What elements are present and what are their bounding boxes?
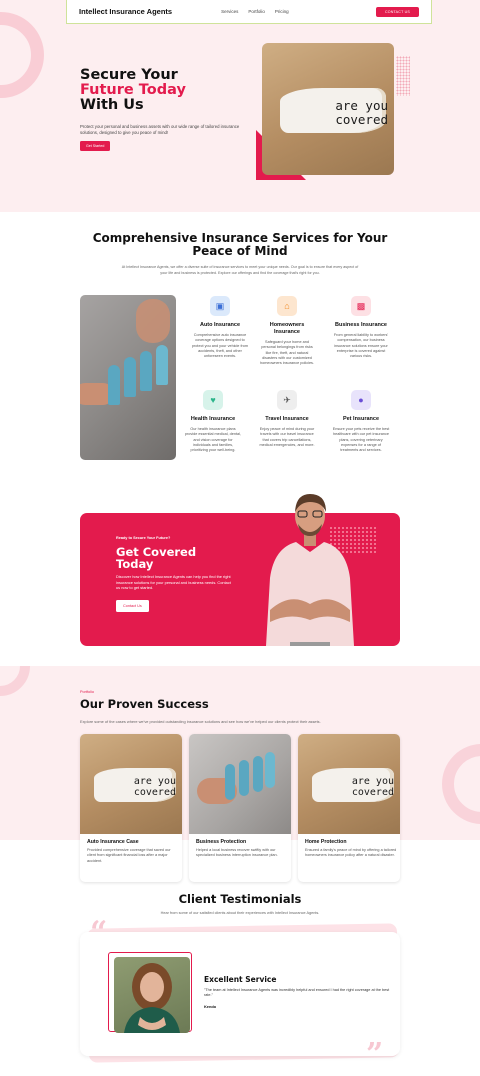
services-intro: At Intellect Insurance Agents, we offer …: [121, 265, 359, 275]
portfolio-title: Our Proven Success: [80, 697, 209, 711]
card-image: are you covered: [80, 734, 182, 834]
decorative-ring: [0, 666, 30, 696]
decorative-ring: [442, 744, 480, 824]
service-health-insurance[interactable]: ♥ Health Insurance Our health insurance …: [184, 390, 242, 453]
portfolio-card-home[interactable]: are you covered Home Protection Ensured …: [298, 734, 400, 882]
portfolio-card-business[interactable]: Business Protection Helped a local busin…: [189, 734, 291, 882]
testimonial-author: Kendo: [204, 1004, 217, 1009]
nav-link-portfolio[interactable]: Portfolio: [248, 9, 265, 14]
decorative-ring: [0, 12, 44, 98]
testimonial-quote: "The team at Intellect Insurance Agents …: [204, 988, 390, 998]
nav-links: Services Portfolio Pricing: [221, 9, 289, 14]
hero-title: Secure Your Future Today With Us: [80, 67, 186, 113]
service-homeowners-insurance[interactable]: ⌂ Homeowners Insurance Safeguard your ho…: [258, 296, 316, 366]
top-nav: Intellect Insurance Agents Services Port…: [66, 0, 432, 24]
nav-link-pricing[interactable]: Pricing: [275, 9, 289, 14]
nav-contact-button[interactable]: CONTACT US: [375, 6, 419, 17]
quote-close-icon: ”: [366, 1037, 384, 1072]
testimonials-intro: Hear from some of our satisfied clients …: [160, 911, 320, 915]
cta-contact-button[interactable]: Contact Us: [116, 600, 149, 612]
paw-icon: ●: [351, 390, 371, 410]
service-travel-insurance[interactable]: ✈ Travel Insurance Enjoy peace of mind d…: [258, 390, 316, 448]
testimonials-title: Client Testimonials: [178, 892, 302, 906]
service-pet-insurance[interactable]: ● Pet Insurance Ensure your pets receive…: [332, 390, 390, 453]
heart-icon: ♥: [203, 390, 223, 410]
briefcase-icon: ▩: [351, 296, 371, 316]
home-icon: ⌂: [277, 296, 297, 316]
portfolio-card-auto[interactable]: are you covered Auto Insurance Case Prov…: [80, 734, 182, 882]
hero-image-caption: are you covered: [335, 98, 388, 127]
hero-image: are you covered: [262, 43, 394, 175]
cta-description: Discover how Intellect Insurance Agents …: [116, 574, 231, 590]
nav-link-services[interactable]: Services: [221, 9, 238, 14]
cta-kicker: Ready to Secure Your Future?: [116, 536, 171, 540]
car-icon: ▣: [210, 296, 230, 316]
services-image: [80, 295, 176, 460]
portfolio-kicker: Portfolio: [80, 690, 94, 694]
hero-description: Protect your personal and business asset…: [80, 124, 240, 135]
portfolio-intro: Explore some of the cases where we've pr…: [80, 719, 321, 724]
brand-logo[interactable]: Intellect Insurance Agents: [79, 7, 172, 16]
service-business-insurance[interactable]: ▩ Business Insurance From general liabil…: [332, 296, 390, 359]
testimonial-heading: Excellent Service: [204, 975, 277, 984]
client-avatar: [114, 957, 190, 1033]
decorative-dots: [396, 56, 410, 96]
quote-open-icon: “: [90, 915, 108, 950]
get-started-button[interactable]: Get Started: [80, 141, 111, 151]
card-image: [189, 734, 291, 834]
card-image: are you covered: [298, 734, 400, 834]
service-auto-insurance[interactable]: ▣ Auto Insurance Comprehensive auto insu…: [191, 296, 249, 359]
plane-icon: ✈: [277, 390, 297, 410]
hero-section: [0, 0, 480, 212]
agent-photo: [266, 494, 354, 646]
services-title: Comprehensive Insurance Services for You…: [92, 231, 388, 258]
cta-title: Get Covered Today: [116, 545, 197, 571]
